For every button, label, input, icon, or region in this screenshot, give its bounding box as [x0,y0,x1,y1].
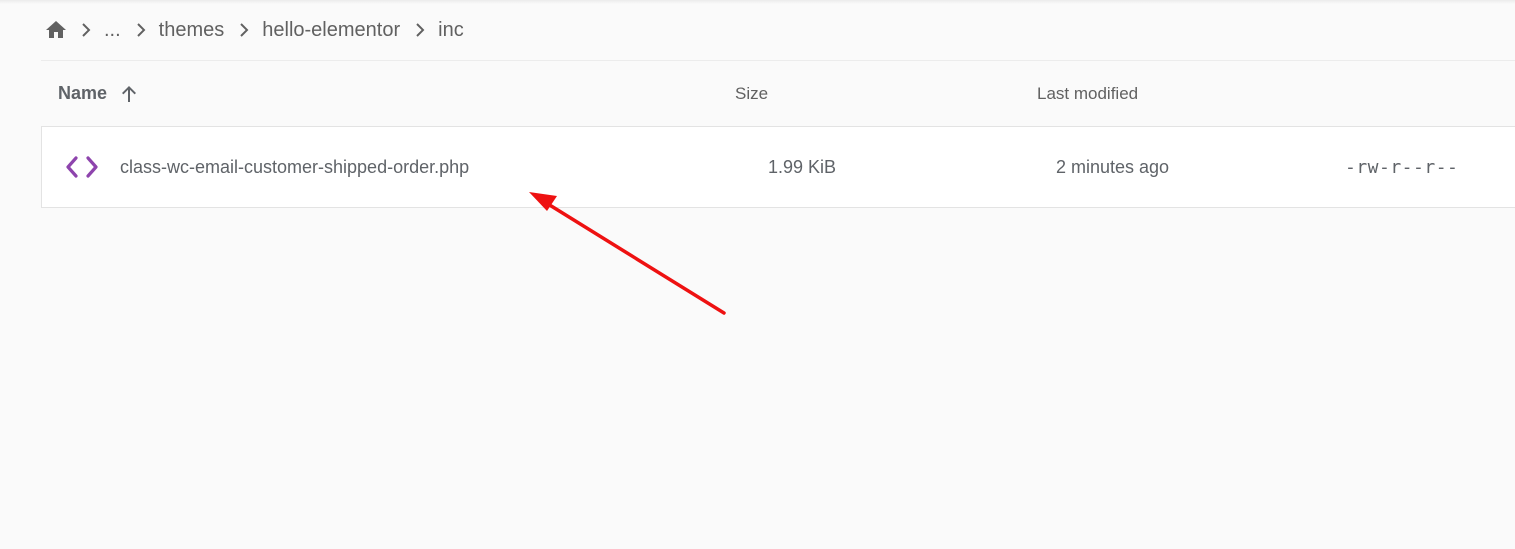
file-permissions: -rw-r--r-- [1345,156,1459,178]
column-header-last-modified[interactable]: Last modified [1037,61,1138,126]
chevron-right-icon [407,18,431,42]
table-row[interactable]: class-wc-email-customer-shipped-order.ph… [41,126,1515,208]
code-file-icon [64,127,100,207]
column-header-name-label: Name [58,83,108,103]
breadcrumb: ... themes hello-elementor inc [44,14,466,46]
column-header-name[interactable]: Name [58,61,141,126]
home-icon[interactable] [44,18,68,42]
column-header-size[interactable]: Size [735,61,768,126]
table-header: Name Size Last modified [41,60,1515,126]
breadcrumb-item-inc[interactable]: inc [436,14,466,46]
breadcrumb-item-themes[interactable]: themes [157,14,227,46]
file-size: 1.99 KiB [768,156,837,177]
top-shadow [0,0,1515,4]
chevron-right-icon [73,18,97,42]
file-name[interactable]: class-wc-email-customer-shipped-order.ph… [120,127,469,207]
breadcrumb-ellipsis[interactable]: ... [102,14,123,46]
file-last-modified: 2 minutes ago [1056,156,1170,177]
breadcrumb-item-hello-elementor[interactable]: hello-elementor [260,14,402,46]
chevron-right-icon [128,18,152,42]
arrow-up-icon[interactable] [117,82,141,106]
file-table: Name Size Last modified class-wc-email-c… [41,60,1515,208]
chevron-right-icon [231,18,255,42]
